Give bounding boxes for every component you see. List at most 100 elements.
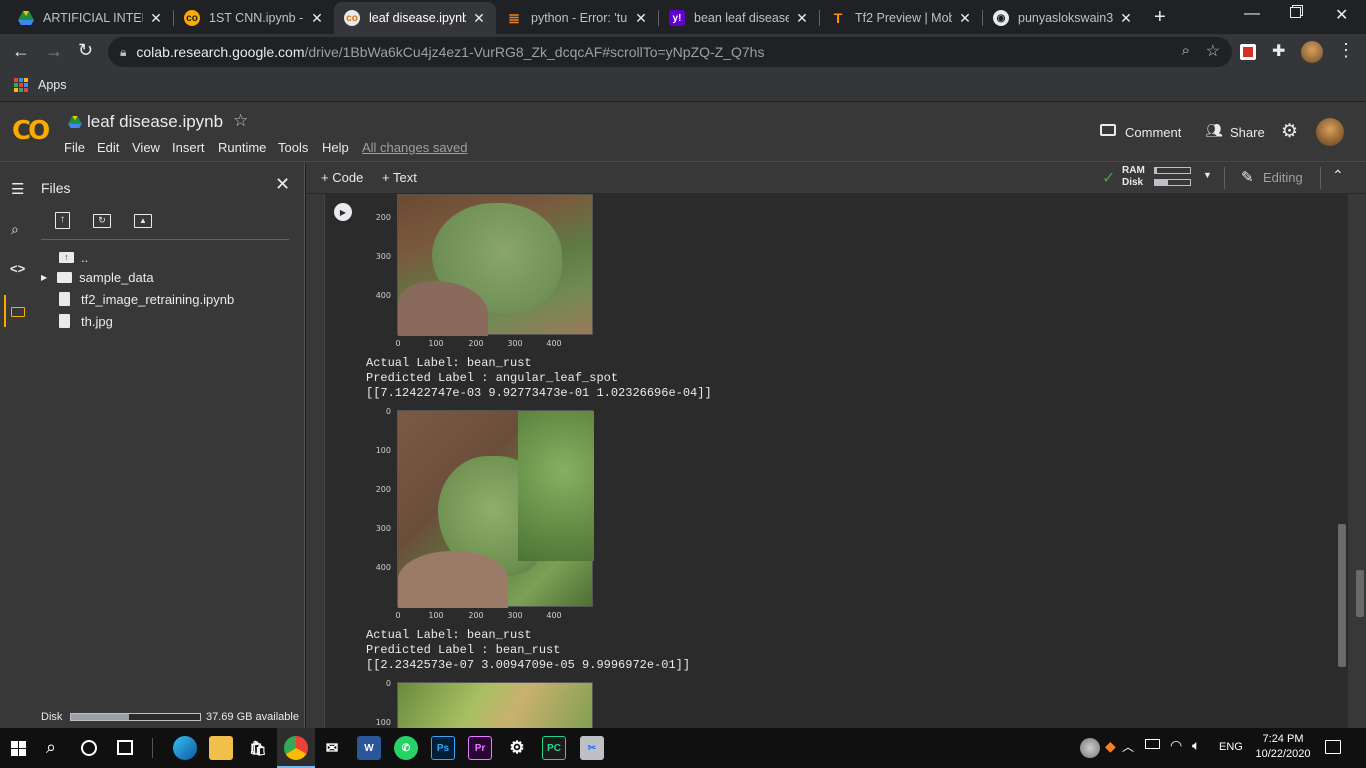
close-tab-icon[interactable]: ✕ (958, 10, 972, 27)
code-snippets-icon[interactable]: <> (10, 261, 25, 276)
search-icon[interactable]: ⌕ (11, 221, 19, 238)
word-icon[interactable]: W (357, 736, 381, 760)
add-code-button[interactable]: + Code (321, 170, 363, 185)
colab-logo[interactable]: CO (12, 116, 50, 146)
scrollbar-track[interactable] (1336, 194, 1348, 728)
zoom-icon[interactable]: ⌕ (1182, 42, 1190, 59)
scrollbar-thumb[interactable] (1338, 524, 1346, 667)
close-tab-icon[interactable]: ✕ (1119, 10, 1133, 27)
pycharm-icon[interactable]: PC (542, 736, 566, 760)
close-tab-icon[interactable]: ✕ (795, 10, 809, 27)
volume-icon[interactable]: 🔈︎ (1192, 737, 1200, 754)
close-tab-icon[interactable]: ✕ (310, 10, 324, 27)
menu-edit[interactable]: Edit (97, 140, 119, 155)
menu-file[interactable]: File (64, 140, 85, 155)
ram-bar[interactable] (1154, 167, 1191, 174)
close-tab-icon[interactable]: ✕ (472, 10, 486, 27)
browser-tab[interactable]: T Tf2 Preview | Mobi ✕ (820, 2, 982, 34)
save-status[interactable]: All changes saved (362, 140, 468, 155)
expand-caret-icon[interactable]: ▶ (41, 273, 47, 282)
address-bar[interactable]: 🔒︎ colab.research.google.com/drive/1BbWa… (108, 37, 1232, 67)
close-window-icon[interactable]: ✕ (1335, 5, 1348, 25)
apps-bookmark[interactable]: Apps (38, 78, 67, 92)
browser-tab[interactable]: ≣ python - Error: 'tu ✕ (496, 2, 658, 34)
forward-icon[interactable]: → (45, 41, 63, 62)
menu-view[interactable]: View (132, 140, 160, 155)
comment-button[interactable]: Comment (1125, 125, 1181, 140)
store-icon[interactable]: 🛍︎ (246, 736, 270, 760)
close-tab-icon[interactable]: ✕ (634, 10, 648, 27)
battery-icon[interactable] (1145, 739, 1160, 749)
browser-tab[interactable]: co 1ST CNN.ipynb - C ✕ (174, 2, 334, 34)
file-row-parent[interactable]: ↑ .. (59, 247, 88, 267)
menu-help[interactable]: Help (322, 140, 349, 155)
edge-icon[interactable] (173, 736, 197, 760)
resources-dropdown-icon[interactable]: ▼ (1203, 170, 1212, 180)
extension-icon[interactable] (1240, 44, 1256, 60)
disk-bar[interactable] (1154, 179, 1191, 186)
file-row[interactable]: th.jpg (59, 311, 113, 331)
pencil-icon: ✎ (1241, 169, 1254, 186)
bookmark-star-icon[interactable]: ☆ (1206, 41, 1220, 61)
windows-start-icon[interactable] (11, 741, 27, 756)
language-indicator[interactable]: ENG (1219, 741, 1243, 753)
star-icon[interactable]: ☆ (233, 111, 248, 131)
add-text-button[interactable]: + Text (382, 170, 417, 185)
whatsapp-icon[interactable]: ✆ (394, 736, 418, 760)
mail-icon[interactable]: ✉ (320, 736, 344, 760)
tray-app-icon[interactable] (1080, 738, 1100, 758)
profile-avatar[interactable] (1301, 41, 1323, 63)
notifications-icon[interactable] (1325, 740, 1341, 754)
toc-icon[interactable]: ☰ (11, 180, 24, 198)
file-row[interactable]: tf2_image_retraining.ipynb (59, 289, 234, 309)
menu-tools[interactable]: Tools (278, 140, 308, 155)
premiere-icon[interactable]: Pr (468, 736, 492, 760)
editing-mode[interactable]: Editing (1263, 170, 1303, 185)
browser-tab[interactable]: y! bean leaf diseases ✕ (659, 2, 819, 34)
upload-icon[interactable]: ↑ (55, 212, 70, 229)
folder-icon[interactable] (11, 307, 25, 317)
menu-insert[interactable]: Insert (172, 140, 205, 155)
clock[interactable]: 7:24 PM 10/22/2020 (1250, 732, 1316, 762)
tab-title: punyaslokswain33 (1018, 11, 1113, 25)
wifi-icon[interactable]: ◠ (1170, 737, 1182, 754)
page-scrollbar-thumb[interactable] (1356, 570, 1364, 617)
browser-tab[interactable]: ARTIFICIAL INTELLI ✕ (8, 2, 173, 34)
browser-tab-active[interactable]: co leaf disease.ipynb ✕ (334, 2, 496, 34)
collapse-header-icon[interactable]: ⌃ (1332, 167, 1344, 184)
browser-tab[interactable]: ◉ punyaslokswain33 ✕ (983, 2, 1143, 34)
chrome-icon[interactable] (284, 736, 308, 760)
search-icon[interactable]: ⌕ (46, 737, 56, 758)
browser-menu-icon[interactable]: ⋮ (1337, 40, 1355, 61)
extensions-puzzle-icon[interactable]: ✚ (1272, 41, 1285, 61)
mount-drive-icon[interactable]: ▲ (134, 214, 152, 228)
close-panel-icon[interactable]: ✕ (275, 174, 290, 195)
menu-runtime[interactable]: Runtime (218, 140, 266, 155)
restore-icon[interactable] (1290, 7, 1301, 18)
x-tick: 100 (428, 339, 444, 348)
file-explorer-icon[interactable] (209, 736, 233, 760)
settings-gear-icon[interactable]: ⚙ (1281, 120, 1298, 143)
x-tick: 400 (546, 611, 562, 620)
settings-icon[interactable]: ⚙ (505, 736, 529, 760)
reload-icon[interactable]: ↻ (78, 40, 93, 61)
notebook-title[interactable]: leaf disease.ipynb (87, 112, 223, 132)
cortana-icon[interactable] (81, 740, 97, 756)
tab-title: bean leaf diseases (694, 11, 789, 25)
task-view-icon[interactable] (117, 740, 133, 755)
predicted-label: Predicted Label : angular_leaf_spot (366, 371, 619, 385)
account-avatar[interactable] (1316, 118, 1344, 146)
run-cell-icon[interactable]: ▶ (334, 203, 352, 221)
close-tab-icon[interactable]: ✕ (149, 10, 163, 27)
files-panel: Files ✕ ↑ ↻ ▲ ↑ .. ▶ sample_data tf2_ima… (37, 162, 305, 728)
snipping-tool-icon[interactable]: ✂ (580, 736, 604, 760)
minimize-icon[interactable]: — (1244, 5, 1260, 23)
refresh-folder-icon[interactable]: ↻ (93, 214, 111, 228)
file-row-folder[interactable]: ▶ sample_data (41, 267, 154, 287)
tray-app-icon-2[interactable]: ◆ (1105, 738, 1116, 755)
share-button[interactable]: Share (1230, 125, 1265, 140)
photoshop-icon[interactable]: Ps (431, 736, 455, 760)
show-hidden-icons[interactable]: ︿ (1122, 738, 1134, 755)
back-icon[interactable]: ← (12, 41, 30, 62)
new-tab-icon[interactable]: + (1154, 6, 1166, 29)
